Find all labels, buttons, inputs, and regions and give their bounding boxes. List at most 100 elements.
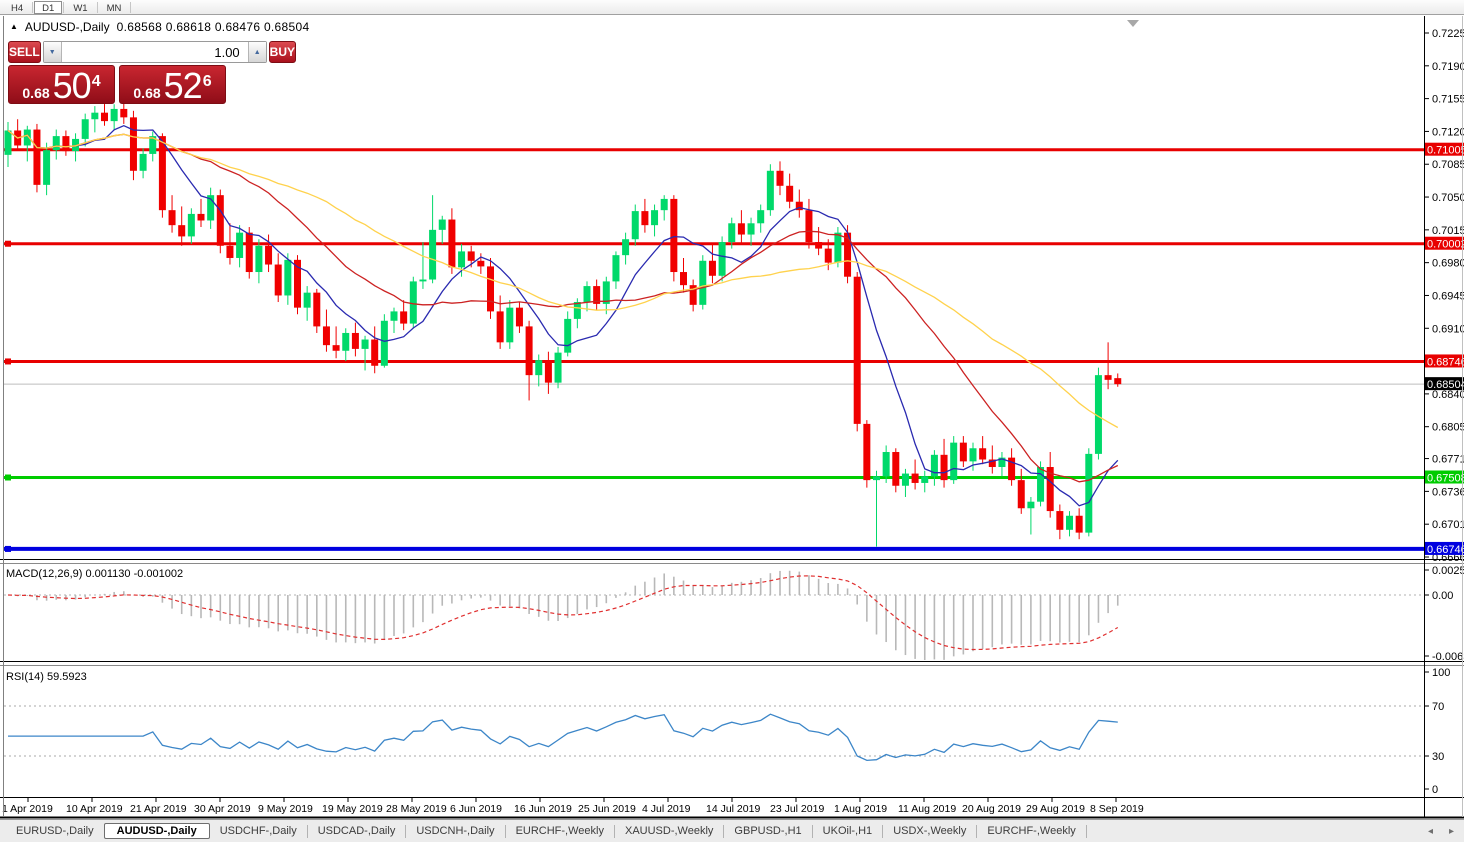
- rsi-axis[interactable]: 100 70 30 0: [1424, 667, 1450, 796]
- svg-text:29 Aug 2019: 29 Aug 2019: [1026, 803, 1085, 815]
- volume-input[interactable]: [61, 42, 248, 62]
- tab-scroll-buttons: ◂ ▸: [1428, 826, 1454, 837]
- svg-text:28 May 2019: 28 May 2019: [386, 803, 447, 815]
- tab-usdcnh-daily[interactable]: USDCNH-,Daily: [406, 823, 504, 839]
- rsi-line: [8, 713, 1118, 762]
- volume-increase-icon[interactable]: ▲: [247, 42, 266, 62]
- chart-shift-marker-icon[interactable]: [1127, 20, 1139, 27]
- trading-platform-window: 0.72250 0.71900 0.71550 0.71200 0.70850 0.705…: [0, 0, 1464, 842]
- svg-text:0.67508: 0.67508: [1427, 473, 1464, 485]
- svg-text:0.002574: 0.002574: [1432, 565, 1464, 577]
- rsi-label: RSI(14) 59.5923: [6, 671, 87, 683]
- svg-text:70: 70: [1432, 701, 1444, 713]
- tab-gbpusd-h1[interactable]: GBPUSD-,H1: [724, 823, 811, 839]
- line-handle[interactable]: [5, 545, 11, 552]
- svg-text:0.71200: 0.71200: [1432, 126, 1464, 138]
- svg-text:16 Jun 2019: 16 Jun 2019: [514, 803, 572, 815]
- sell-button[interactable]: SELL: [8, 41, 41, 63]
- tab-eurchf-weekly[interactable]: EURCHF-,Weekly: [506, 823, 614, 839]
- buy-button[interactable]: BUY: [268, 41, 297, 63]
- svg-text:0.70002: 0.70002: [1427, 239, 1464, 251]
- svg-text:0.69100: 0.69100: [1432, 323, 1464, 335]
- svg-text:0.69800: 0.69800: [1432, 258, 1464, 270]
- svg-text:14 Jul 2019: 14 Jul 2019: [706, 803, 760, 815]
- volume-spinner: ▼ ▲: [42, 41, 267, 63]
- line-handle[interactable]: [5, 358, 11, 365]
- tab-usdcad-daily[interactable]: USDCAD-,Daily: [308, 823, 406, 839]
- price-axis[interactable]: 0.72250 0.71900 0.71550 0.71200 0.70850 0.705…: [1424, 28, 1464, 564]
- toolbar-divider: [32, 1, 34, 13]
- buy-price-big-digits: 52: [163, 65, 203, 106]
- tab-ukoil-h1[interactable]: UKOil-,H1: [813, 823, 883, 839]
- moving-average-line[interactable]: [7, 129, 1119, 429]
- macd-axis[interactable]: 0.0025740.00-0.006326: [1424, 565, 1464, 663]
- svg-text:0.71005: 0.71005: [1427, 145, 1464, 157]
- svg-text:1 Aug 2019: 1 Aug 2019: [834, 803, 887, 815]
- macd-signal-line: [7, 575, 1119, 651]
- svg-text:0.00: 0.00: [1432, 590, 1453, 602]
- line-handle[interactable]: [5, 474, 11, 481]
- date-axis[interactable]: 1 Apr 2019 10 Apr 2019 21 Apr 2019 30 Apr 2…: [2, 798, 1144, 815]
- svg-text:0.66746: 0.66746: [1427, 544, 1464, 556]
- svg-text:0.68504: 0.68504: [1427, 379, 1464, 391]
- svg-text:30: 30: [1432, 751, 1444, 763]
- svg-text:25 Jun 2019: 25 Jun 2019: [578, 803, 636, 815]
- svg-text:0.67010: 0.67010: [1432, 519, 1464, 531]
- svg-text:23 Jul 2019: 23 Jul 2019: [770, 803, 824, 815]
- svg-text:9 May 2019: 9 May 2019: [258, 803, 313, 815]
- chart-symbol-label: AUDUSD-,Daily: [24, 20, 110, 34]
- tab-xauusd-weekly[interactable]: XAUUSD-,Weekly: [615, 823, 723, 839]
- macd-panel: [4, 570, 1424, 660]
- rsi-panel: [4, 705, 1424, 762]
- chart-canvas: 0.72250 0.71900 0.71550 0.71200 0.70850 0.705…: [0, 16, 1464, 819]
- svg-text:0.69450: 0.69450: [1432, 290, 1464, 302]
- panel-borders: [0, 16, 1464, 819]
- sell-price-big-digits: 50: [52, 65, 92, 106]
- svg-text:RSI(14) 59.5923: RSI(14) 59.5923: [6, 671, 87, 683]
- sell-price-pip-digit: 4: [91, 73, 101, 90]
- tab-scroll-right-icon[interactable]: ▸: [1449, 826, 1454, 837]
- tab-divider: [1085, 824, 1087, 838]
- tab-eurchf-weekly-2[interactable]: EURCHF-,Weekly: [977, 823, 1085, 839]
- chart-ohlc-readout: 0.68568 0.68618 0.68476 0.68504: [116, 20, 310, 34]
- svg-text:0.70500: 0.70500: [1432, 192, 1464, 204]
- svg-text:MACD(12,26,9) 0.001130 -0.0010: MACD(12,26,9) 0.001130 -0.001002: [6, 568, 183, 580]
- toolbar-divider: [130, 1, 132, 13]
- svg-text:30 Apr 2019: 30 Apr 2019: [194, 803, 251, 815]
- tab-audusd-daily[interactable]: AUDUSD-,Daily: [103, 823, 210, 839]
- tab-usdchf-daily[interactable]: USDCHF-,Daily: [210, 823, 307, 839]
- svg-text:0.68050: 0.68050: [1432, 422, 1464, 434]
- chart-title: ▲ AUDUSD-,Daily 0.68568 0.68618 0.68476 …: [10, 20, 309, 34]
- svg-text:0.72250: 0.72250: [1432, 28, 1464, 40]
- tab-scroll-left-icon[interactable]: ◂: [1428, 826, 1433, 837]
- svg-text:0.67360: 0.67360: [1432, 486, 1464, 498]
- price-panel: [4, 101, 1424, 552]
- sell-price-button[interactable]: 0.68 50 4: [8, 65, 115, 104]
- svg-text:0: 0: [1432, 784, 1438, 796]
- svg-text:8 Sep 2019: 8 Sep 2019: [1090, 803, 1144, 815]
- timeframe-button-d1[interactable]: D1: [34, 0, 63, 14]
- svg-text:0.67710: 0.67710: [1432, 454, 1464, 466]
- svg-text:11 Aug 2019: 11 Aug 2019: [898, 803, 956, 815]
- sell-price-prefix: 0.68: [22, 85, 50, 101]
- tab-usdx-weekly[interactable]: USDX-,Weekly: [883, 823, 976, 839]
- timeframe-toolbar: H4 D1 W1 MN: [0, 0, 1464, 15]
- volume-decrease-icon[interactable]: ▼: [43, 42, 62, 62]
- one-click-trading-panel: SELL ▼ ▲ BUY 0.68 50 4 0.68 52 6: [8, 41, 297, 104]
- tab-eurusd-daily[interactable]: EURUSD-,Daily: [6, 823, 104, 839]
- buy-price-pip-digit: 6: [202, 73, 212, 90]
- candlesticks: [4, 101, 1122, 547]
- buy-price-prefix: 0.68: [133, 85, 161, 101]
- collapse-ohlc-icon[interactable]: ▲: [10, 22, 18, 32]
- svg-text:20 Aug 2019: 20 Aug 2019: [962, 803, 1021, 815]
- buy-price-button[interactable]: 0.68 52 6: [119, 65, 226, 104]
- timeframe-button-mn[interactable]: MN: [99, 1, 130, 14]
- timeframe-button-w1[interactable]: W1: [65, 1, 95, 14]
- svg-text:0.71550: 0.71550: [1432, 94, 1464, 106]
- svg-text:0.71900: 0.71900: [1432, 61, 1464, 73]
- svg-text:0.68746: 0.68746: [1427, 356, 1464, 368]
- line-handle[interactable]: [5, 240, 11, 247]
- timeframe-button-h4[interactable]: H4: [3, 1, 31, 14]
- svg-text:0.70150: 0.70150: [1432, 225, 1464, 237]
- svg-text:6 Jun 2019: 6 Jun 2019: [450, 803, 502, 815]
